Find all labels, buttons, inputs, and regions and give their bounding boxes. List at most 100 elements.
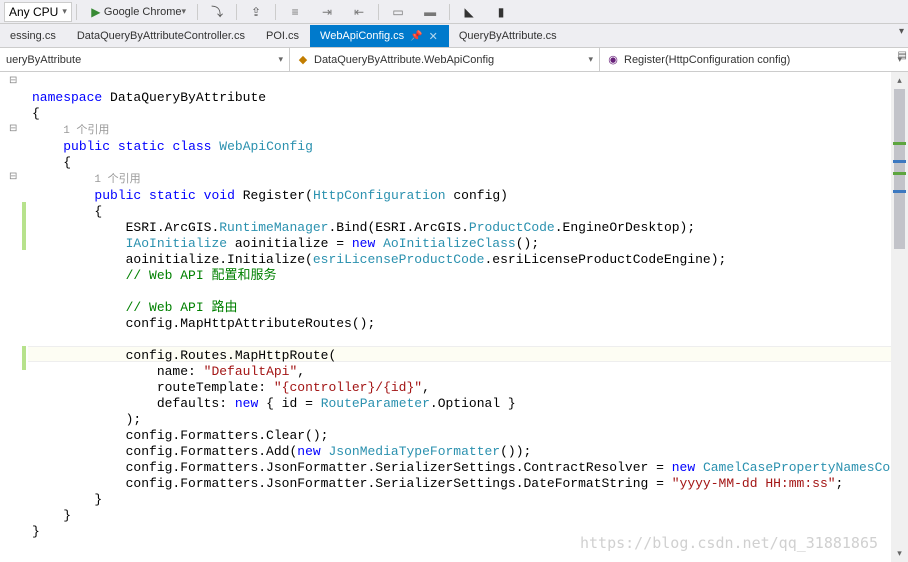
t: }: [63, 508, 71, 523]
t: {: [32, 106, 40, 121]
t: WebApiConfig: [219, 139, 313, 154]
code-area[interactable]: namespace DataQueryByAttribute { 1 个引用 p…: [28, 72, 908, 562]
method-icon: ◉: [606, 53, 620, 67]
t: new: [672, 460, 695, 475]
t: }: [94, 492, 102, 507]
fold-toggle[interactable]: ⊟: [9, 122, 17, 136]
pin-icon[interactable]: 📌: [410, 31, 422, 42]
tab-processing[interactable]: essing.cs: [0, 25, 67, 47]
fold-toggle[interactable]: ⊟: [9, 170, 17, 184]
toolbar-button[interactable]: ◣: [454, 1, 484, 23]
toolbar-button[interactable]: ⇪: [241, 1, 271, 23]
t: config.Formatters.Add(: [126, 444, 298, 459]
scroll-down-icon[interactable]: ▾: [891, 545, 908, 562]
t: "{controller}/{id}": [274, 380, 422, 395]
t: {: [63, 155, 71, 170]
fold-toggle[interactable]: ⊟: [9, 74, 17, 88]
t: CamelCasePropertyNamesContractResol: [703, 460, 908, 475]
t: "DefaultApi": [204, 364, 298, 379]
t: // Web API 配置和服务: [126, 268, 277, 283]
t: static: [149, 188, 196, 203]
namespace-combo[interactable]: ueryByAttribute ▾: [0, 48, 290, 71]
toolbar-button[interactable]: ⇤: [344, 1, 374, 23]
method-combo[interactable]: ◉ Register(HttpConfiguration config) ▾: [600, 48, 908, 71]
platform-combo[interactable]: Any CPU ▾: [4, 2, 72, 22]
t: public: [94, 188, 141, 203]
publish-icon: ⇪: [248, 4, 264, 20]
list-icon: ≡: [287, 4, 303, 20]
scroll-marker: [893, 172, 906, 175]
t: config.Routes.MapHttpRoute(: [126, 348, 337, 363]
toolbar-button[interactable]: ⤵: [202, 1, 232, 23]
t: "yyyy-MM-dd HH:mm:ss": [672, 476, 836, 491]
t: }: [32, 524, 40, 539]
comment-icon: ▭: [390, 4, 406, 20]
t: routeTemplate: [157, 380, 258, 395]
scroll-up-icon[interactable]: ▴: [891, 72, 908, 89]
t: config.Formatters.Clear();: [126, 428, 329, 443]
scroll-marker: [893, 160, 906, 163]
t: namespace: [32, 90, 102, 105]
toolbar-button[interactable]: ▮: [486, 1, 516, 23]
t: ();: [516, 236, 539, 251]
tab-webapiconfig[interactable]: WebApiConfig.cs 📌 ✕: [310, 25, 449, 47]
t: name: [157, 364, 188, 379]
scroll-marker: [893, 190, 906, 193]
tab-controller[interactable]: DataQueryByAttributeController.cs: [67, 25, 256, 47]
t: RuntimeManager: [219, 220, 328, 235]
t: ());: [500, 444, 531, 459]
toolbar-button[interactable]: ≡: [280, 1, 310, 23]
t: JsonMediaTypeFormatter: [328, 444, 500, 459]
play-icon: ▶: [88, 4, 104, 20]
t: config: [446, 188, 501, 203]
toolbar-button[interactable]: ▭: [383, 1, 413, 23]
main-toolbar: Any CPU ▾ ▶ Google Chrome ▾ ⤵ ⇪ ≡ ⇥ ⇤ ▭ …: [0, 0, 908, 24]
t: .esriLicenseProductCodeEngine);: [485, 252, 727, 267]
tab-label: DataQueryByAttributeController.cs: [77, 30, 245, 42]
watermark: https://blog.csdn.net/qq_31881865: [580, 534, 878, 552]
scroll-thumb[interactable]: [894, 89, 905, 249]
uncomment-icon: ▬: [422, 4, 438, 20]
tab-overflow-icon[interactable]: ▾: [899, 26, 904, 37]
t: static: [118, 139, 165, 154]
code-editor[interactable]: ⊟ ⊟ ⊟ namespace DataQueryByAttribute { 1…: [0, 72, 908, 562]
tab-label: POI.cs: [266, 30, 299, 42]
t: config.Formatters.JsonFormatter.Serializ…: [126, 460, 672, 475]
t: config.MapHttpAttributeRoutes();: [126, 316, 376, 331]
tab-querybyattr[interactable]: QueryByAttribute.cs: [449, 25, 568, 47]
class-combo[interactable]: ◆ DataQueryByAttribute.WebApiConfig ▾: [290, 48, 600, 71]
codelens[interactable]: 1 个引用: [94, 174, 140, 186]
scroll-marker: [893, 142, 906, 145]
platform-value: Any CPU: [9, 5, 58, 19]
separator: [76, 4, 77, 20]
class-label: DataQueryByAttribute.WebApiConfig: [314, 54, 494, 66]
t: defaults: [157, 396, 219, 411]
chevron-down-icon: ▾: [182, 6, 187, 17]
flag-icon: ▮: [493, 4, 509, 20]
toolbar-button[interactable]: ▬: [415, 1, 445, 23]
t: new: [297, 444, 320, 459]
split-icon[interactable]: ▤: [898, 50, 907, 61]
vertical-scrollbar[interactable]: ▴ ▾: [891, 72, 908, 562]
namespace-label: ueryByAttribute: [6, 54, 81, 66]
method-label: Register(HttpConfiguration config): [624, 54, 790, 66]
t: ;: [836, 476, 844, 491]
tab-label: essing.cs: [10, 30, 56, 42]
separator: [275, 4, 276, 20]
close-icon[interactable]: ✕: [429, 30, 438, 43]
toolbar-button[interactable]: ⇥: [312, 1, 342, 23]
t: new: [235, 396, 258, 411]
t: );: [126, 412, 142, 427]
outdent-icon: ⇤: [351, 4, 367, 20]
step-icon: ⤵: [209, 4, 225, 20]
tab-poi[interactable]: POI.cs: [256, 25, 310, 47]
tab-label: WebApiConfig.cs: [320, 30, 404, 42]
t: void: [204, 188, 235, 203]
navigation-bar: ueryByAttribute ▾ ◆ DataQueryByAttribute…: [0, 48, 908, 72]
t: esriLicenseProductCode: [313, 252, 485, 267]
t: AoInitializeClass: [383, 236, 516, 251]
t: .EngineOrDesktop);: [555, 220, 695, 235]
codelens[interactable]: 1 个引用: [63, 125, 109, 137]
run-target: Google Chrome: [104, 6, 182, 18]
run-button[interactable]: ▶ Google Chrome ▾: [81, 1, 193, 23]
